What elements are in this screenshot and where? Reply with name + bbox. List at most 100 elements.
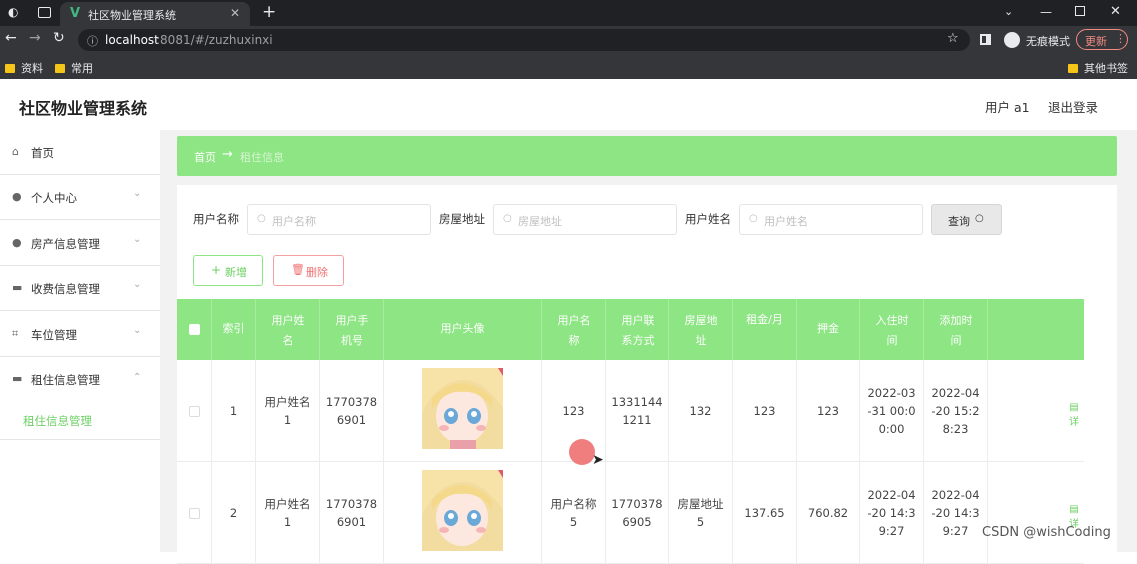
checkbox-icon[interactable] xyxy=(189,508,200,519)
avatar-image[interactable] xyxy=(422,470,503,551)
cell-address: 132 xyxy=(669,360,733,462)
sidebar-item-personal[interactable]: ● 个人中心 ⌄ xyxy=(0,175,160,220)
header-label: 添加时间 xyxy=(939,314,973,347)
url-host: localhost xyxy=(105,33,159,47)
update-button[interactable]: 更新 ⋮ xyxy=(1076,29,1128,50)
user-icon: ● xyxy=(12,190,22,203)
cell-checkin: 2022-03 -31 00:0 0:00 xyxy=(860,360,924,462)
cell-text: 5 xyxy=(569,515,578,529)
site-info-icon[interactable]: ⓘ xyxy=(87,33,98,49)
minimize-icon[interactable]: — xyxy=(1040,5,1052,19)
header-select-all[interactable] xyxy=(177,299,212,360)
cell-text: 9:27 xyxy=(878,524,905,538)
detail-button[interactable]: ▤ 详 xyxy=(1064,402,1084,428)
checkbox-icon[interactable] xyxy=(189,406,200,417)
cell-text: 1211 xyxy=(622,413,652,427)
breadcrumb-home[interactable]: 首页 xyxy=(194,149,216,165)
delete-button[interactable]: 🗑 删除 xyxy=(273,255,344,286)
logout-link[interactable]: 退出登录 xyxy=(1048,97,1098,116)
search-input-realname[interactable]: ○ 用户姓名 xyxy=(739,204,923,235)
cell-text: 0:00 xyxy=(878,422,905,436)
delete-label: 删除 xyxy=(306,266,328,279)
placeholder-text: 用户姓名 xyxy=(764,215,808,228)
header-name[interactable]: 用户姓名 xyxy=(256,299,320,360)
cell-ops: ▤ 详 xyxy=(988,360,1084,462)
sidebar-item-rental[interactable]: ▬ 租住信息管理 ⌃ xyxy=(0,357,160,402)
side-panel-icon[interactable] xyxy=(980,34,991,45)
chevron-down-icon: ⌄ xyxy=(133,325,142,336)
header-avatar[interactable]: 用户头像 xyxy=(384,299,542,360)
add-button[interactable]: + 新增 xyxy=(193,255,263,286)
sidebar-item-fees[interactable]: ▬ 收费信息管理 ⌄ xyxy=(0,266,160,311)
browser-menu-icon[interactable]: ◐ xyxy=(8,5,18,19)
cell-deposit: 123 xyxy=(797,360,860,462)
anime-avatar-icon xyxy=(422,470,503,551)
bookmark-folder-changyong[interactable]: 常用 xyxy=(55,60,93,76)
cell-text: 5 xyxy=(696,515,705,529)
incognito-label: 无痕模式 xyxy=(1026,35,1070,48)
sidebar-item-label: 个人中心 xyxy=(31,191,77,205)
header-label: 入住时间 xyxy=(875,314,909,347)
anime-avatar-icon xyxy=(422,368,503,449)
sidebar-item-property[interactable]: ● 房产信息管理 ⌄ xyxy=(0,221,160,266)
new-tab-icon[interactable]: + xyxy=(262,2,276,22)
bookmark-label: 资料 xyxy=(21,62,43,75)
cell-avatar xyxy=(384,360,542,462)
close-tab-icon[interactable]: ✕ xyxy=(230,6,240,20)
sidebar-item-home[interactable]: ⌂ 首页 xyxy=(0,130,160,175)
restore-icon[interactable] xyxy=(1075,6,1085,16)
header-deposit[interactable]: 押金 xyxy=(797,299,860,360)
bookmark-label: 常用 xyxy=(71,62,93,75)
cell-select[interactable] xyxy=(177,462,212,564)
header-added[interactable]: 添加时间 xyxy=(924,299,988,360)
header-rent[interactable]: 租金/月 xyxy=(733,299,797,360)
header-checkin[interactable]: 入住时间 xyxy=(860,299,924,360)
close-window-icon[interactable]: ✕ xyxy=(1110,4,1121,19)
op-label: 详 xyxy=(1069,417,1079,428)
sidebar-subitem-rental[interactable]: 租住信息管理 xyxy=(0,402,160,440)
tab-search-icon[interactable] xyxy=(38,7,51,18)
cell-name: 用户姓名 1 xyxy=(256,462,320,564)
breadcrumb: 首页 → 租住信息 xyxy=(177,136,1117,176)
bookmark-folder-ziliao[interactable]: 资料 xyxy=(5,60,43,76)
header-contact[interactable]: 用户联系方式 xyxy=(606,299,669,360)
trash-icon: 🗑 xyxy=(291,263,305,276)
cell-text: 1770378 xyxy=(325,395,378,409)
cell-text: 2022-04 xyxy=(867,488,916,502)
table-row: 2 用户姓名 1 1770378 6901 用户名称 5 1770378 690… xyxy=(177,462,1084,564)
search-input-address[interactable]: ○ 房屋地址 xyxy=(493,204,677,235)
cell-text: 1770378 xyxy=(611,497,663,511)
back-icon[interactable]: ← xyxy=(5,30,17,46)
avatar-image[interactable] xyxy=(422,368,503,449)
browser-tab[interactable]: V 社区物业管理系统 ✕ xyxy=(60,2,250,26)
cell-ops: ▤ 详 xyxy=(988,462,1084,564)
other-bookmarks[interactable]: 其他书签 xyxy=(1068,60,1128,76)
search-input-username[interactable]: ○ 用户名称 xyxy=(247,204,431,235)
sidebar-item-parking[interactable]: ⌗ 车位管理 ⌄ xyxy=(0,312,160,357)
cell-phone: 1770378 6901 xyxy=(320,462,384,564)
cell-text: -20 14:3 xyxy=(867,506,916,520)
cell-address: 房屋地址 5 xyxy=(669,462,733,564)
main-content: 首页 → 租住信息 用户名称 ○ 用户名称 房屋地址 ○ 房屋地址 用户姓名 ○… xyxy=(160,130,1137,564)
sidebar-item-label: 首页 xyxy=(31,146,54,160)
header-username[interactable]: 用户名称 xyxy=(542,299,606,360)
search-icon: ○ xyxy=(975,213,984,224)
bookmark-star-icon[interactable]: ☆ xyxy=(947,31,959,46)
search-icon: ○ xyxy=(503,213,512,224)
cell-text: 1331144 xyxy=(611,395,663,409)
header-phone[interactable]: 用户手机号 xyxy=(320,299,384,360)
cell-text: 2022-03 xyxy=(867,386,916,400)
header-ops xyxy=(988,299,1084,360)
checkbox-icon[interactable] xyxy=(189,324,200,335)
tab-list-chevron-icon[interactable]: ⌄ xyxy=(1004,5,1013,18)
search-label-username: 用户名称 xyxy=(193,212,239,226)
document-icon: ▤ xyxy=(1069,504,1079,515)
query-button[interactable]: 查询 ○ xyxy=(931,204,1002,235)
cell-text: 6905 xyxy=(622,515,652,529)
breadcrumb-current: 租住信息 xyxy=(240,151,284,164)
forward-icon[interactable]: → xyxy=(29,30,41,46)
header-address[interactable]: 房屋地址 xyxy=(669,299,733,360)
cell-select[interactable] xyxy=(177,360,212,462)
address-bar[interactable]: ⓘ localhost :8081/#/zuzhuxinxi xyxy=(78,29,970,51)
reload-icon[interactable]: ↻ xyxy=(53,30,65,46)
